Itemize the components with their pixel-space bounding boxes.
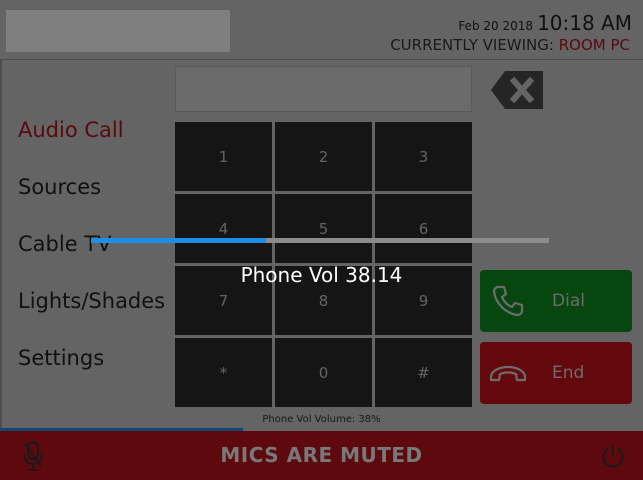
phone-volume-fill bbox=[91, 238, 266, 243]
phone-volume-slider[interactable] bbox=[91, 238, 549, 243]
volume-popup-overlay: Phone Vol 38.14 bbox=[0, 0, 643, 480]
phone-volume-label: Phone Vol 38.14 bbox=[240, 263, 403, 287]
